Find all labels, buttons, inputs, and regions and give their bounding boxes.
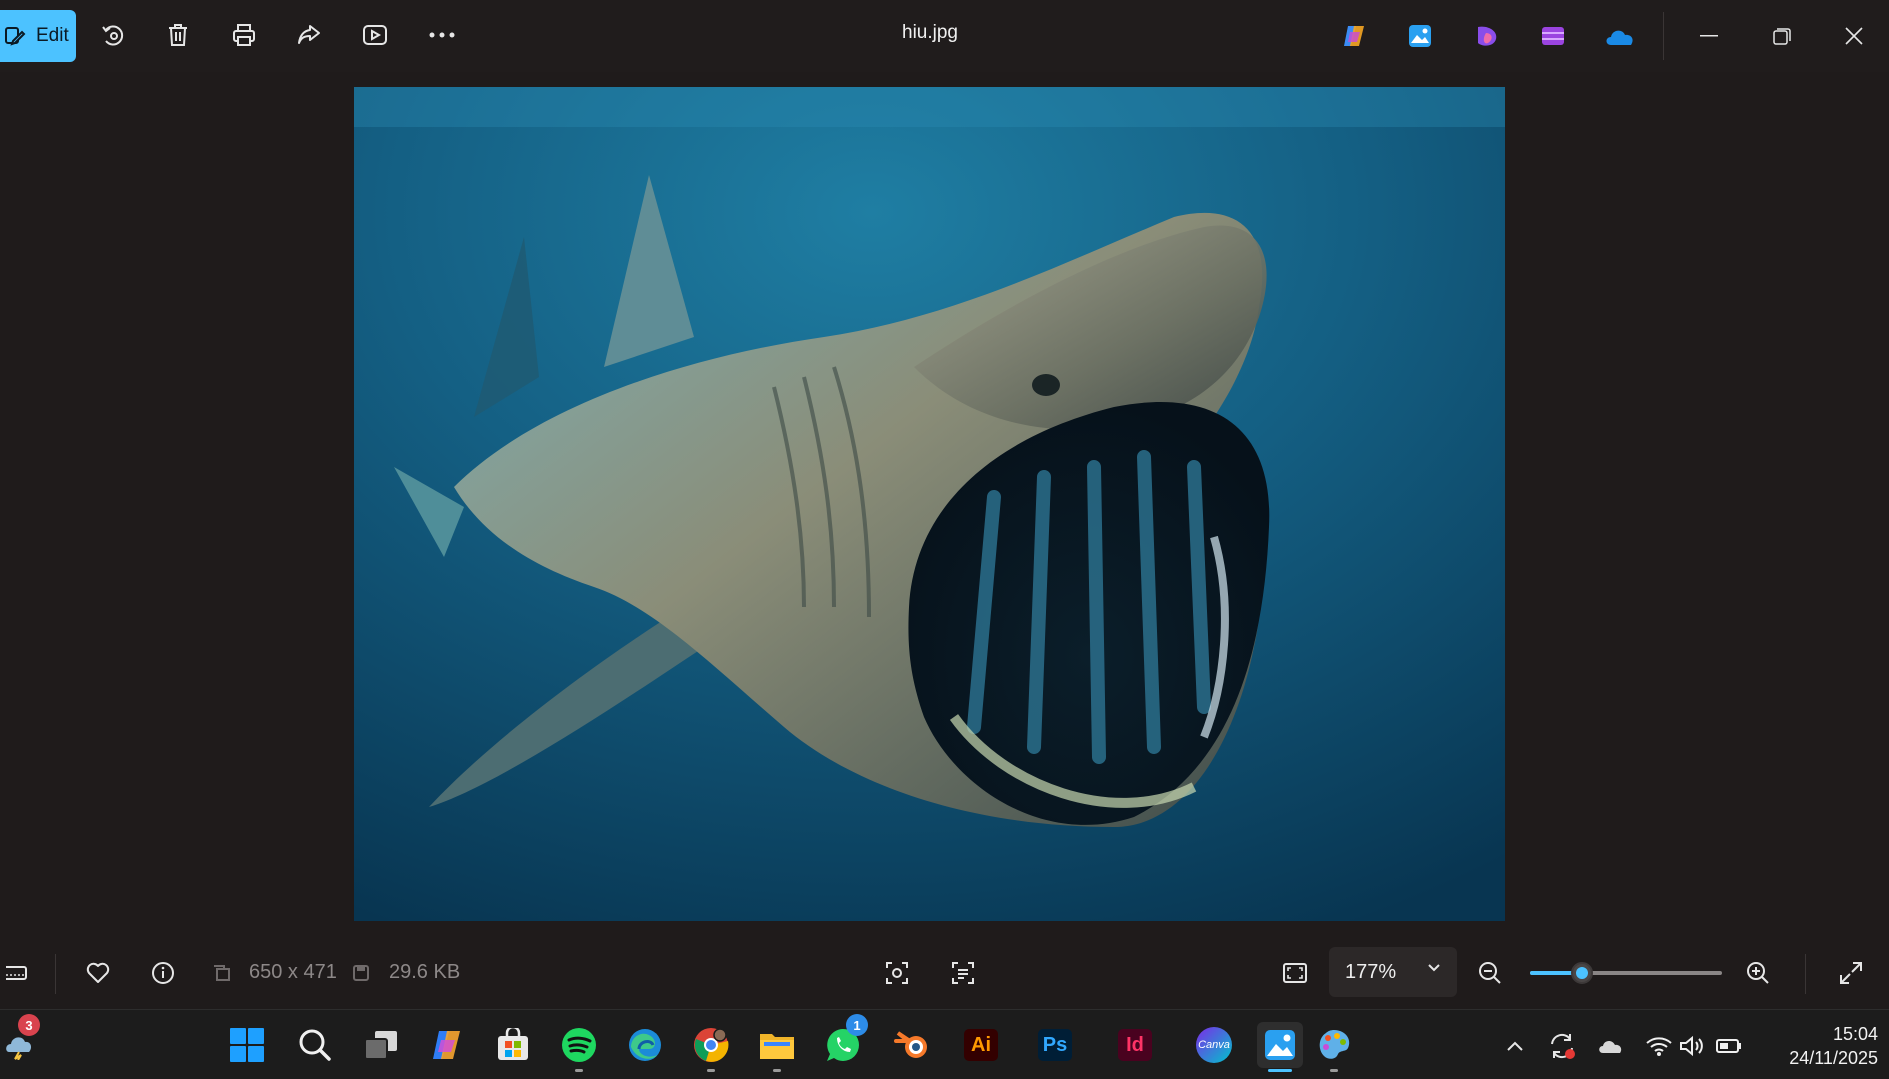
clock-date: 24/11/2025 <box>1789 1048 1878 1068</box>
edge-icon[interactable] <box>622 1022 668 1068</box>
window-title: hiu.jpg <box>902 22 958 43</box>
edit-button[interactable]: Edit <box>0 10 76 62</box>
file-explorer-icon[interactable] <box>754 1022 800 1072</box>
bottom-separator <box>1805 954 1806 994</box>
photoshop-icon[interactable]: Ps <box>1032 1022 1078 1068</box>
bottom-bar: 650 x 471 29.6 KB 177% <box>0 940 1889 1006</box>
running-indicator <box>773 1069 781 1072</box>
photo-viewer[interactable] <box>354 87 1505 921</box>
favorite-icon[interactable] <box>81 956 115 990</box>
illustrator-label: Ai <box>971 1033 991 1056</box>
slideshow-icon[interactable] <box>358 18 392 52</box>
running-indicator <box>575 1069 583 1072</box>
photoshop-label: Ps <box>1042 1033 1068 1056</box>
fullscreen-icon[interactable] <box>1834 956 1868 990</box>
bottom-separator <box>55 954 56 994</box>
zoom-slider-thumb[interactable] <box>1570 962 1593 984</box>
photos-icon[interactable] <box>1404 20 1436 52</box>
illustrator-icon[interactable]: Ai <box>958 1022 1004 1068</box>
search-icon[interactable] <box>292 1022 338 1068</box>
print-icon[interactable] <box>227 18 261 52</box>
image-dimensions: 650 x 471 <box>249 961 337 983</box>
taskbar: 3 1 Ai Ps Id Canva 15:04 24/11/2025 <box>0 1009 1889 1079</box>
photos-icon[interactable] <box>1257 1022 1303 1072</box>
start-icon[interactable] <box>224 1022 270 1068</box>
clock-time: 15:04 <box>1832 1024 1878 1044</box>
visual-search-icon[interactable] <box>880 956 914 990</box>
sync-icon[interactable] <box>1548 1032 1576 1060</box>
clipchamp-icon[interactable] <box>1537 20 1569 52</box>
shark-photo <box>354 87 1505 921</box>
file-size: 29.6 KB <box>389 961 461 983</box>
spotify-icon[interactable] <box>556 1022 602 1072</box>
running-indicator <box>1330 1069 1338 1072</box>
canva-icon[interactable]: Canva <box>1191 1022 1237 1068</box>
whatsapp-badge: 1 <box>846 1014 868 1036</box>
chevron-down-icon <box>1427 963 1441 973</box>
store-icon[interactable] <box>490 1022 536 1068</box>
close-icon[interactable] <box>1832 14 1876 58</box>
weather-widget-icon[interactable]: 3 <box>0 1014 46 1068</box>
more-icon[interactable] <box>425 18 459 52</box>
chrome-icon[interactable] <box>688 1022 734 1072</box>
designer-icon[interactable] <box>1471 20 1503 52</box>
info-icon[interactable] <box>146 956 180 990</box>
zoom-dropdown[interactable]: 177% <box>1329 947 1457 997</box>
share-icon[interactable] <box>292 18 326 52</box>
blender-icon[interactable] <box>889 1022 935 1068</box>
onedrive-icon[interactable] <box>1603 20 1635 52</box>
task-view-icon[interactable] <box>358 1022 404 1068</box>
paint-icon[interactable] <box>1311 1022 1357 1072</box>
zoom-in-icon[interactable] <box>1741 956 1775 990</box>
text-extract-icon[interactable] <box>946 956 980 990</box>
zoom-out-icon[interactable] <box>1473 956 1507 990</box>
restore-icon[interactable] <box>1760 14 1804 58</box>
title-bar: Edit hiu.jpg <box>0 0 1889 72</box>
wifi-icon[interactable] <box>1645 1032 1673 1060</box>
copilot-icon[interactable] <box>424 1022 470 1068</box>
weather-badge: 3 <box>18 1014 40 1036</box>
chevron-up-icon[interactable] <box>1501 1032 1529 1060</box>
whatsapp-icon[interactable]: 1 <box>820 1014 868 1068</box>
filmstrip-icon[interactable] <box>0 956 34 990</box>
file-size-icon <box>344 956 378 990</box>
system-clock[interactable]: 15:04 24/11/2025 <box>1758 1022 1878 1070</box>
minimize-icon[interactable] <box>1687 14 1731 58</box>
rotate-icon[interactable] <box>96 18 130 52</box>
canva-label: Canva <box>1198 1039 1230 1051</box>
edit-label: Edit <box>36 25 69 46</box>
zoom-slider[interactable] <box>1530 962 1722 984</box>
title-separator <box>1663 12 1664 60</box>
battery-icon[interactable] <box>1715 1032 1743 1060</box>
dimensions-icon <box>205 956 239 990</box>
running-indicator <box>707 1069 715 1072</box>
copilot-icon[interactable] <box>1338 20 1370 52</box>
onedrive-tray-icon[interactable] <box>1596 1032 1624 1060</box>
edit-icon <box>4 25 26 47</box>
indesign-icon[interactable]: Id <box>1112 1022 1158 1068</box>
fit-to-window-icon[interactable] <box>1278 956 1312 990</box>
volume-icon[interactable] <box>1678 1032 1706 1060</box>
delete-icon[interactable] <box>161 18 195 52</box>
indesign-label: Id <box>1126 1033 1144 1056</box>
zoom-value: 177% <box>1345 960 1397 983</box>
active-indicator <box>1268 1069 1292 1072</box>
